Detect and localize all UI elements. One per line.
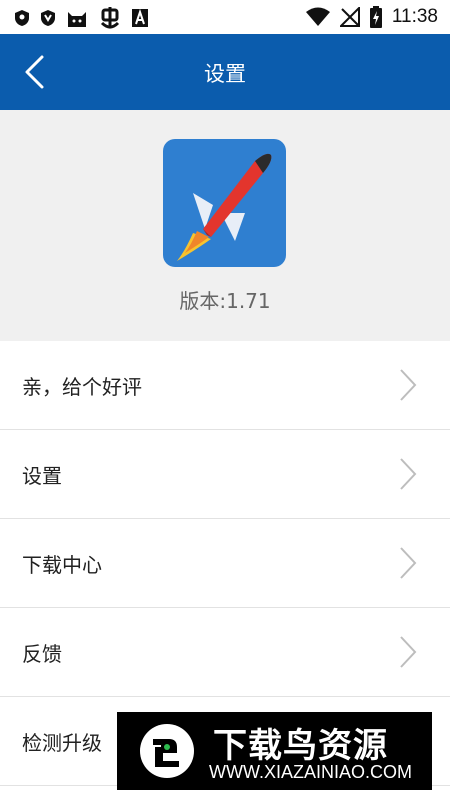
menu-item-download-center[interactable]: 下载中心 [0, 519, 450, 608]
menu-item-label: 亲，给个好评 [22, 375, 142, 399]
menu-item-feedback[interactable]: 反馈 [0, 608, 450, 697]
status-left-icons [14, 7, 148, 29]
menu-item-settings[interactable]: 设置 [0, 430, 450, 519]
shield-icon [15, 10, 29, 26]
menu-item-label: 检测升级 [22, 731, 102, 755]
watermark-title: 下载鸟资源 [213, 726, 388, 766]
watermark-overlay: 下载鸟资源 WWW.XIAZAINIAO.COM [117, 712, 432, 790]
a-icon [132, 9, 148, 27]
battery-charging-icon [369, 6, 382, 28]
bird-logo-icon [140, 724, 194, 778]
chevron-right-icon [400, 458, 417, 490]
menu-item-label: 设置 [22, 464, 62, 488]
version-label: 版本:1.71 [179, 289, 271, 313]
status-right-icons: 11:38 [305, 6, 438, 28]
shield-icon [41, 10, 55, 26]
watermark-url: WWW.XIAZAINIAO.COM [209, 762, 412, 782]
chevron-right-icon [400, 636, 417, 668]
no-signal-icon [339, 7, 360, 27]
menu-item-rate[interactable]: 亲，给个好评 [0, 341, 450, 430]
status-bar: 11:38 [0, 0, 450, 34]
bug-icon [100, 7, 120, 29]
menu-item-label: 反馈 [22, 642, 62, 666]
page-title: 设置 [204, 62, 246, 86]
chevron-right-icon [400, 369, 417, 401]
cat-icon [68, 12, 86, 27]
nav-bar: 设置 [0, 34, 450, 110]
chevron-right-icon [400, 547, 417, 579]
status-time: 11:38 [391, 6, 438, 27]
rocket-icon [163, 139, 286, 267]
menu-item-label: 下载中心 [22, 553, 102, 577]
app-info-header: 版本:1.71 [0, 110, 450, 341]
wifi-icon [305, 7, 330, 26]
